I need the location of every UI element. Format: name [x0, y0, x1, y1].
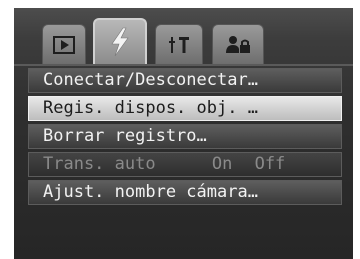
option-off[interactable]: Off	[255, 153, 286, 176]
menu-item-auto-transfer[interactable]: Trans. auto On Off	[28, 152, 342, 177]
my-settings-icon	[224, 35, 252, 55]
menu-item-label: Ajust. nombre cámara…	[43, 182, 258, 202]
tab-tools[interactable]	[155, 24, 203, 64]
menu-tab-bar	[14, 8, 353, 66]
tools-icon	[166, 35, 192, 55]
option-on[interactable]: On	[212, 153, 232, 176]
menu-item-label: Trans. auto	[43, 154, 156, 174]
camera-screen: Conectar/Desconectar… Regis. dispos. obj…	[14, 8, 353, 259]
settings-menu: Conectar/Desconectar… Regis. dispos. obj…	[28, 68, 342, 208]
menu-item-register-device[interactable]: Regis. dispos. obj. …	[28, 96, 342, 121]
menu-item-label: Borrar registro…	[43, 126, 207, 146]
menu-item-camera-name[interactable]: Ajust. nombre cámara…	[28, 180, 342, 205]
menu-item-label: Regis. dispos. obj. …	[43, 98, 258, 118]
play-icon	[53, 35, 75, 54]
menu-item-delete-registration[interactable]: Borrar registro…	[28, 124, 342, 149]
tab-underline	[14, 64, 353, 66]
tab-communication[interactable]	[93, 18, 147, 64]
menu-item-connect-disconnect[interactable]: Conectar/Desconectar…	[28, 68, 342, 93]
tab-playback[interactable]	[42, 24, 86, 64]
menu-item-label: Conectar/Desconectar…	[43, 70, 258, 90]
lightning-icon	[108, 27, 132, 57]
tab-my-settings[interactable]	[212, 24, 264, 64]
